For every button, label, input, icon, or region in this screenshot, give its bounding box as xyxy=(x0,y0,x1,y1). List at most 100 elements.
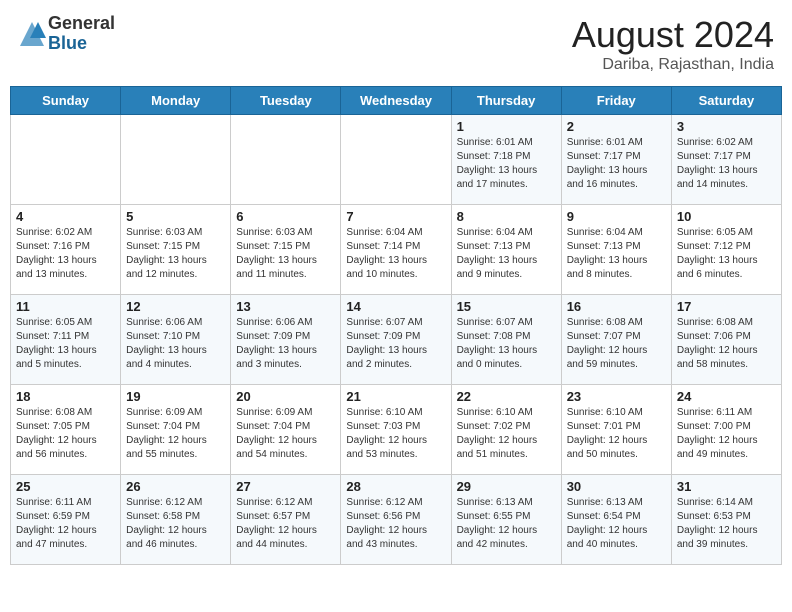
calendar-cell: 30Sunrise: 6:13 AMSunset: 6:54 PMDayligh… xyxy=(561,475,671,565)
calendar-cell: 3Sunrise: 6:02 AMSunset: 7:17 PMDaylight… xyxy=(671,115,781,205)
day-number: 17 xyxy=(677,299,776,314)
day-number: 8 xyxy=(457,209,556,224)
cell-text: Sunset: 6:54 PM xyxy=(567,510,666,524)
cell-text: Daylight: 13 hours xyxy=(567,164,666,178)
cell-text: Sunset: 7:05 PM xyxy=(16,420,115,434)
calendar-cell xyxy=(341,115,451,205)
cell-text: Sunrise: 6:04 AM xyxy=(457,226,556,240)
cell-text: Sunset: 7:11 PM xyxy=(16,330,115,344)
day-number: 19 xyxy=(126,389,225,404)
logo-icon xyxy=(18,20,46,48)
cell-text: and 49 minutes. xyxy=(677,448,776,462)
cell-text: and 11 minutes. xyxy=(236,268,335,282)
day-number: 10 xyxy=(677,209,776,224)
cell-text: Daylight: 12 hours xyxy=(236,524,335,538)
cell-text: and 50 minutes. xyxy=(567,448,666,462)
cell-text: Sunset: 7:17 PM xyxy=(677,150,776,164)
cell-text: Daylight: 13 hours xyxy=(457,344,556,358)
cell-text: Sunrise: 6:14 AM xyxy=(677,496,776,510)
day-number: 1 xyxy=(457,119,556,134)
cell-text: and 13 minutes. xyxy=(16,268,115,282)
calendar-cell: 25Sunrise: 6:11 AMSunset: 6:59 PMDayligh… xyxy=(11,475,121,565)
cell-text: Sunset: 7:07 PM xyxy=(567,330,666,344)
cell-text: Daylight: 13 hours xyxy=(236,344,335,358)
cell-text: Daylight: 12 hours xyxy=(16,524,115,538)
col-header-sunday: Sunday xyxy=(11,87,121,115)
cell-text: Sunset: 7:06 PM xyxy=(677,330,776,344)
day-number: 21 xyxy=(346,389,445,404)
col-header-wednesday: Wednesday xyxy=(341,87,451,115)
calendar-cell: 22Sunrise: 6:10 AMSunset: 7:02 PMDayligh… xyxy=(451,385,561,475)
col-header-tuesday: Tuesday xyxy=(231,87,341,115)
cell-text: Daylight: 12 hours xyxy=(677,434,776,448)
cell-text: Sunrise: 6:07 AM xyxy=(457,316,556,330)
day-number: 28 xyxy=(346,479,445,494)
cell-text: Sunset: 7:08 PM xyxy=(457,330,556,344)
calendar-header-row: SundayMondayTuesdayWednesdayThursdayFrid… xyxy=(11,87,782,115)
cell-text: and 43 minutes. xyxy=(346,538,445,552)
day-number: 4 xyxy=(16,209,115,224)
calendar-cell xyxy=(231,115,341,205)
cell-text: Sunrise: 6:07 AM xyxy=(346,316,445,330)
cell-text: Sunrise: 6:06 AM xyxy=(126,316,225,330)
cell-text: Sunrise: 6:08 AM xyxy=(567,316,666,330)
cell-text: and 17 minutes. xyxy=(457,178,556,192)
cell-text: and 16 minutes. xyxy=(567,178,666,192)
cell-text: Sunrise: 6:01 AM xyxy=(457,136,556,150)
cell-text: Daylight: 13 hours xyxy=(126,344,225,358)
cell-text: Sunset: 7:12 PM xyxy=(677,240,776,254)
cell-text: Sunset: 6:56 PM xyxy=(346,510,445,524)
calendar-week-row: 4Sunrise: 6:02 AMSunset: 7:16 PMDaylight… xyxy=(11,205,782,295)
calendar-cell: 5Sunrise: 6:03 AMSunset: 7:15 PMDaylight… xyxy=(121,205,231,295)
cell-text: Daylight: 13 hours xyxy=(346,254,445,268)
cell-text: Sunrise: 6:12 AM xyxy=(346,496,445,510)
cell-text: Sunrise: 6:03 AM xyxy=(126,226,225,240)
cell-text: Sunrise: 6:13 AM xyxy=(457,496,556,510)
day-number: 15 xyxy=(457,299,556,314)
cell-text: Sunset: 7:02 PM xyxy=(457,420,556,434)
calendar-cell: 28 Sunrise: 6:12 AMSunset: 6:56 PMDayligh… xyxy=(341,475,451,565)
day-number: 13 xyxy=(236,299,335,314)
cell-text: and 5 minutes. xyxy=(16,358,115,372)
cell-text: Sunrise: 6:05 AM xyxy=(677,226,776,240)
day-number: 31 xyxy=(677,479,776,494)
calendar-cell: 12Sunrise: 6:06 AMSunset: 7:10 PMDayligh… xyxy=(121,295,231,385)
day-number: 24 xyxy=(677,389,776,404)
day-number: 12 xyxy=(126,299,225,314)
title-area: August 2024 Dariba, Rajasthan, India xyxy=(572,14,774,74)
day-number: 5 xyxy=(126,209,225,224)
calendar-cell: 23Sunrise: 6:10 AMSunset: 7:01 PMDayligh… xyxy=(561,385,671,475)
calendar-cell: 21Sunrise: 6:10 AMSunset: 7:03 PMDayligh… xyxy=(341,385,451,475)
day-number: 22 xyxy=(457,389,556,404)
cell-text: Daylight: 12 hours xyxy=(567,344,666,358)
cell-text: Daylight: 12 hours xyxy=(126,434,225,448)
calendar-cell: 1Sunrise: 6:01 AMSunset: 7:18 PMDaylight… xyxy=(451,115,561,205)
day-number: 7 xyxy=(346,209,445,224)
day-number: 29 xyxy=(457,479,556,494)
cell-text: Sunrise: 6:02 AM xyxy=(677,136,776,150)
cell-text: and 14 minutes. xyxy=(677,178,776,192)
cell-text: and 8 minutes. xyxy=(567,268,666,282)
cell-text: Sunrise: 6:12 AM xyxy=(126,496,225,510)
cell-text: Daylight: 12 hours xyxy=(457,434,556,448)
cell-text: and 3 minutes. xyxy=(236,358,335,372)
cell-text: Daylight: 13 hours xyxy=(677,164,776,178)
cell-text: Sunset: 7:01 PM xyxy=(567,420,666,434)
cell-text: Daylight: 13 hours xyxy=(457,164,556,178)
col-header-thursday: Thursday xyxy=(451,87,561,115)
col-header-saturday: Saturday xyxy=(671,87,781,115)
calendar-cell: 9Sunrise: 6:04 AMSunset: 7:13 PMDaylight… xyxy=(561,205,671,295)
cell-text: Daylight: 13 hours xyxy=(346,344,445,358)
cell-text: and 56 minutes. xyxy=(16,448,115,462)
cell-text: Sunrise: 6:11 AM xyxy=(16,496,115,510)
cell-text: Sunset: 6:53 PM xyxy=(677,510,776,524)
day-number: 11 xyxy=(16,299,115,314)
logo-blue-text: Blue xyxy=(48,34,115,54)
cell-text: Sunset: 7:15 PM xyxy=(126,240,225,254)
cell-text: Sunrise: 6:09 AM xyxy=(126,406,225,420)
cell-text: Daylight: 12 hours xyxy=(346,524,445,538)
cell-text: and 4 minutes. xyxy=(126,358,225,372)
cell-text: Daylight: 12 hours xyxy=(677,344,776,358)
cell-text: and 2 minutes. xyxy=(346,358,445,372)
calendar-cell: 15 Sunrise: 6:07 AMSunset: 7:08 PMDayligh… xyxy=(451,295,561,385)
